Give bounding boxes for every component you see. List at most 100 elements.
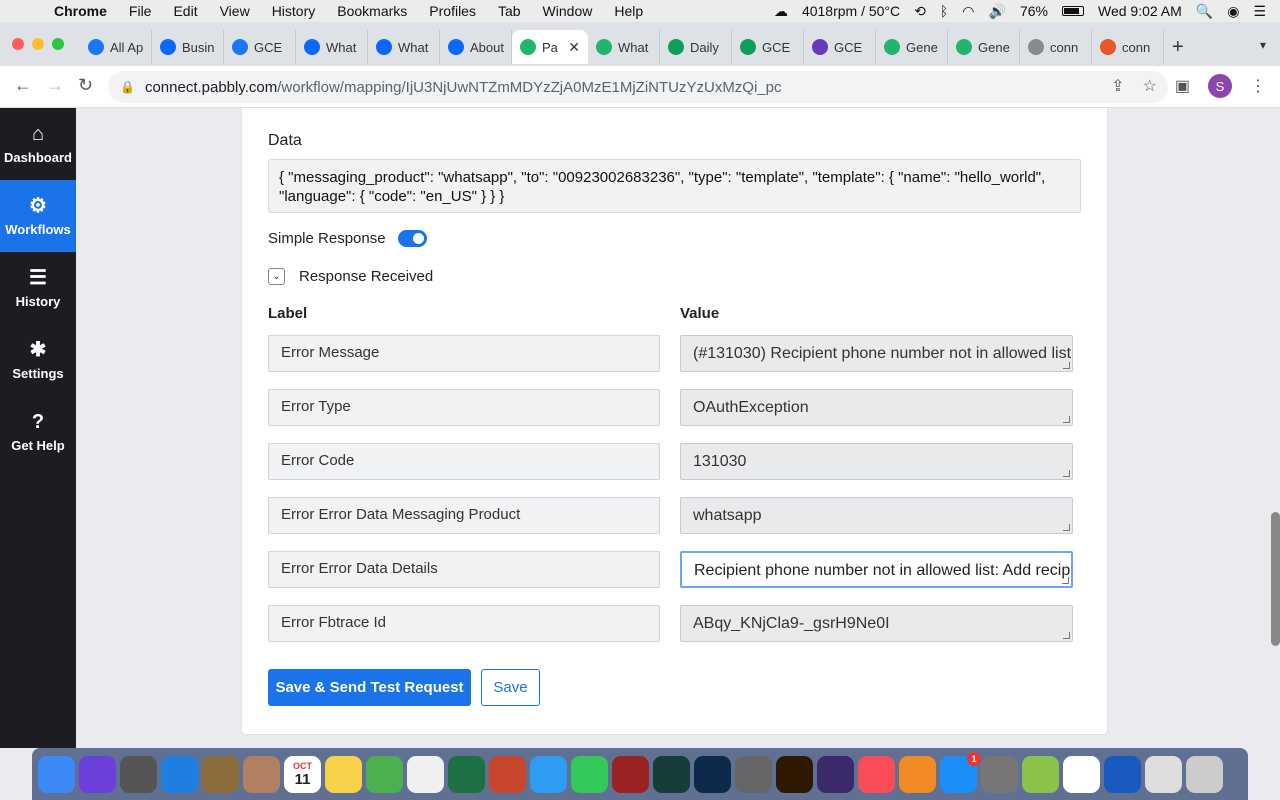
battery-icon[interactable] <box>1061 6 1084 16</box>
dock-contacts-icon[interactable] <box>243 755 280 793</box>
bookmark-star-icon[interactable]: ☆ <box>1143 76 1157 96</box>
dock-books-icon[interactable] <box>899 755 936 793</box>
dock-music-icon[interactable] <box>858 755 895 793</box>
dock-photoshop-icon[interactable] <box>694 755 731 793</box>
error-details-label[interactable]: Error Error Data Details <box>268 551 660 588</box>
lock-icon[interactable]: 🔒 <box>120 80 135 94</box>
simple-response-toggle[interactable] <box>397 230 427 247</box>
clock[interactable]: Wed 9:02 AM <box>1098 3 1182 19</box>
error-type-value[interactable]: OAuthException <box>680 389 1073 426</box>
menu-file[interactable]: File <box>129 3 152 19</box>
error-details-value[interactable]: Recipient phone number not in allowed li… <box>680 551 1073 588</box>
browser-tab[interactable]: conn <box>1020 30 1092 64</box>
menu-bookmarks[interactable]: Bookmarks <box>337 3 407 19</box>
dock-audition-icon[interactable] <box>653 755 690 793</box>
browser-tab[interactable]: Gene <box>948 30 1020 64</box>
error-fbtrace-id-value[interactable]: ABqy_KNjCla9-_gsrH9Ne0I <box>680 605 1073 642</box>
tab-search-chevron-icon[interactable]: ▾ <box>1260 38 1266 52</box>
time-machine-icon[interactable]: ⟲ <box>914 3 926 20</box>
more-menu-icon[interactable]: ⋮ <box>1250 76 1266 96</box>
wifi-icon[interactable]: ◠ <box>962 3 974 20</box>
response-received-row[interactable]: ⌄ Response Received <box>268 268 433 285</box>
share-icon[interactable]: ⇪ <box>1111 76 1124 96</box>
profile-avatar[interactable]: S <box>1208 74 1232 98</box>
dock-android-file-transfer-icon[interactable] <box>1022 755 1059 793</box>
menu-edit[interactable]: Edit <box>173 3 197 19</box>
dock-screenshot-icon[interactable] <box>735 755 772 793</box>
dock-downloads-icon[interactable] <box>1145 755 1182 793</box>
menu-view[interactable]: View <box>220 3 250 19</box>
browser-tab[interactable]: Busin <box>152 30 224 64</box>
dock-messages-icon[interactable] <box>530 755 567 793</box>
browser-tab[interactable]: All Ap <box>80 30 152 64</box>
menu-history[interactable]: History <box>272 3 316 19</box>
menu-window[interactable]: Window <box>543 3 593 19</box>
dock-imovie-icon[interactable] <box>817 755 854 793</box>
dock-finder-icon[interactable] <box>38 755 75 793</box>
address-bar[interactable]: 🔒 connect.pabbly.com/workflow/mapping/Ij… <box>108 71 1168 103</box>
sidebar-item-dashboard[interactable]: ⌂ Dashboard <box>0 108 76 180</box>
dock-launchpad-icon[interactable] <box>120 755 157 793</box>
close-window-button[interactable] <box>12 38 24 50</box>
error-code-value[interactable]: 131030 <box>680 443 1073 480</box>
bluetooth-icon[interactable]: ᛒ <box>940 3 948 19</box>
browser-tab[interactable]: GCE <box>732 30 804 64</box>
menu-profiles[interactable]: Profiles <box>429 3 476 19</box>
side-panel-icon[interactable]: ▣ <box>1175 76 1190 96</box>
chevron-down-icon[interactable]: ⌄ <box>268 268 285 285</box>
browser-tab[interactable]: What <box>296 30 368 64</box>
dock-photo-booth-icon[interactable] <box>612 755 649 793</box>
browser-tab[interactable]: GCE <box>804 30 876 64</box>
new-tab-button[interactable]: + <box>1172 36 1184 59</box>
error-message-label[interactable]: Error Message <box>268 335 660 372</box>
reload-icon[interactable]: ↻ <box>78 75 93 96</box>
browser-tab[interactable]: About <box>440 30 512 64</box>
dock-facetime-icon[interactable] <box>571 755 608 793</box>
siri-icon[interactable]: ◉ <box>1227 3 1239 20</box>
dock-illustrator-icon[interactable] <box>776 755 813 793</box>
dock-siri-icon[interactable] <box>79 755 116 793</box>
browser-tab[interactable]: Pa ✕ <box>512 30 588 64</box>
back-arrow-icon[interactable]: ← <box>14 75 32 96</box>
dock-powerpoint-icon[interactable] <box>489 755 526 793</box>
save-and-send-test-button[interactable]: Save & Send Test Request <box>268 669 471 706</box>
volume-icon[interactable]: 🔊 <box>989 3 1006 20</box>
sidebar-item-history[interactable]: ☰ History <box>0 252 76 324</box>
spotlight-icon[interactable]: 🔍 <box>1196 3 1213 20</box>
forward-arrow-icon[interactable]: → <box>46 75 64 96</box>
error-type-label[interactable]: Error Type <box>268 389 660 426</box>
browser-tab[interactable]: What <box>368 30 440 64</box>
sidebar-item-get-help[interactable]: ? Get Help <box>0 396 76 468</box>
dock-calendar-icon[interactable]: OCT 11 <box>284 755 321 793</box>
dock-system-preferences-icon[interactable] <box>981 755 1018 793</box>
minimize-window-button[interactable] <box>32 38 44 50</box>
save-button[interactable]: Save <box>481 669 540 706</box>
browser-tab[interactable]: Gene <box>876 30 948 64</box>
sidebar-item-settings[interactable]: ✱ Settings <box>0 324 76 396</box>
menu-app-name[interactable]: Chrome <box>54 3 107 19</box>
data-field[interactable]: { "messaging_product": "whatsapp", "to":… <box>268 159 1081 213</box>
control-center-icon[interactable]: ☰ <box>1253 3 1266 20</box>
dock-notes-icon[interactable] <box>325 755 362 793</box>
error-messaging-product-value[interactable]: whatsapp <box>680 497 1073 534</box>
error-code-label[interactable]: Error Code <box>268 443 660 480</box>
fan-status[interactable]: 4018rpm / 50°C <box>802 3 900 19</box>
dock-photos-icon[interactable] <box>407 755 444 793</box>
dock-maps-icon[interactable] <box>366 755 403 793</box>
zoom-window-button[interactable] <box>52 38 64 50</box>
dock-chrome-icon[interactable] <box>1063 755 1100 793</box>
menu-help[interactable]: Help <box>614 3 643 19</box>
dock-safari-icon[interactable] <box>161 755 198 793</box>
scrollbar[interactable] <box>1271 512 1280 646</box>
error-fbtrace-id-label[interactable]: Error Fbtrace Id <box>268 605 660 642</box>
error-message-value[interactable]: (#131030) Recipient phone number not in … <box>680 335 1073 372</box>
menu-tab[interactable]: Tab <box>498 3 521 19</box>
error-messaging-product-label[interactable]: Error Error Data Messaging Product <box>268 497 660 534</box>
dock-excel-icon[interactable] <box>448 755 485 793</box>
browser-tab[interactable]: conn <box>1092 30 1164 64</box>
battery-percent[interactable]: 76% <box>1020 3 1048 19</box>
browser-tab[interactable]: GCE <box>224 30 296 64</box>
browser-tab[interactable]: Daily <box>660 30 732 64</box>
close-tab-icon[interactable]: ✕ <box>568 39 580 56</box>
browser-tab[interactable]: What <box>588 30 660 64</box>
